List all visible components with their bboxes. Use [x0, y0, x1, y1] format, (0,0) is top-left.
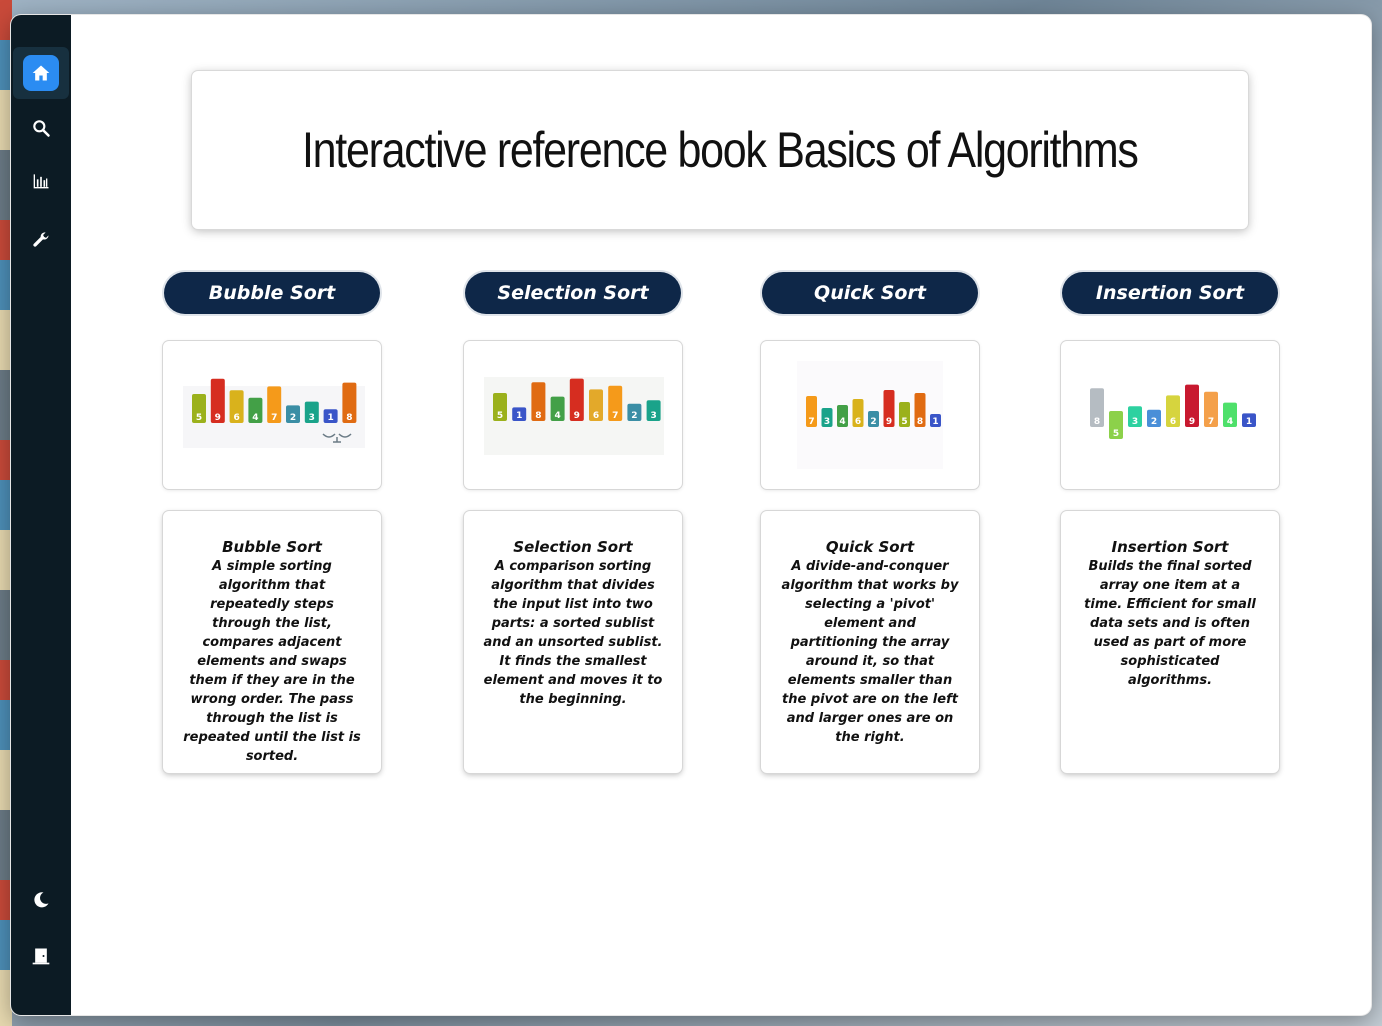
selection-sort-button[interactable]: Selection Sort	[465, 272, 681, 314]
array-bar-label: 9	[574, 411, 580, 421]
array-bar-label: 9	[215, 413, 221, 423]
main-content: Interactive reference book Basics of Alg…	[71, 15, 1371, 1015]
card-description: Builds the final sorted array one item a…	[1084, 559, 1256, 688]
card-description: A divide-and-conquer algorithm that work…	[781, 559, 959, 745]
search-icon	[33, 120, 50, 137]
array-bar-label: 3	[1132, 417, 1138, 427]
title-card: Interactive reference book Basics of Alg…	[192, 71, 1248, 229]
array-bar-label: 5	[1113, 429, 1119, 439]
array-bar-label: 1	[327, 413, 333, 423]
logout-button[interactable]	[21, 936, 61, 976]
bar-chart-icon	[33, 174, 49, 189]
home-icon	[32, 65, 50, 81]
sidebar	[11, 15, 71, 1015]
array-bar-label: 5	[497, 411, 503, 421]
bubble-sort-illustration: 5 9 6 4 7 2 3 1 8	[183, 378, 365, 448]
card-description: A simple sorting algorithm that repeated…	[183, 559, 361, 764]
array-bar-label: 5	[196, 413, 202, 423]
insertion-sort-button[interactable]: Insertion Sort	[1062, 272, 1278, 314]
quick-sort-illustration: 734629581	[797, 361, 943, 469]
array-bar-label: 1	[1246, 417, 1252, 427]
sidebar-item-stats[interactable]	[21, 161, 61, 201]
array-bar-label: 6	[233, 413, 239, 423]
array-bar-label: 1	[516, 411, 522, 421]
array-bar-label: 2	[290, 413, 296, 423]
array-bar-label: 7	[808, 417, 814, 427]
array-bar-label: 8	[535, 411, 541, 421]
array-bar-label: 4	[839, 417, 845, 427]
logout-door-icon	[32, 948, 50, 965]
array-bar-label: 2	[631, 411, 637, 421]
array-bar-label: 8	[346, 413, 352, 423]
card-title: Selection Sort	[513, 538, 633, 556]
theme-toggle-button[interactable]	[21, 880, 61, 920]
array-bar-label: 6	[855, 417, 861, 427]
app-window: Interactive reference book Basics of Alg…	[11, 15, 1371, 1015]
insertion-sort-illustration: 8 5 3 2 6 9 7 4 1	[1081, 381, 1261, 463]
insertion-sort-description-card: Insertion Sort Builds the final sorted a…	[1061, 511, 1279, 773]
quick-sort-illustration-card[interactable]: 734629581	[761, 341, 979, 489]
array-bar-label: 6	[593, 411, 599, 421]
sidebar-item-tools[interactable]	[21, 220, 61, 260]
array-bar-label: 4	[252, 413, 258, 423]
sidebar-item-search[interactable]	[21, 108, 61, 148]
quick-sort-button[interactable]: Quick Sort	[762, 272, 978, 314]
selection-sort-description-card: Selection Sort A comparison sorting algo…	[464, 511, 682, 773]
array-bar-label: 4	[554, 411, 560, 421]
array-bar-label: 5	[901, 417, 907, 427]
page-title: Interactive reference book Basics of Alg…	[302, 122, 1139, 178]
array-bar-label: 4	[1227, 417, 1233, 427]
bubble-sort-description-card: Bubble Sort A simple sorting algorithm t…	[163, 511, 381, 773]
bubble-sort-illustration-card[interactable]: 5 9 6 4 7 2 3 1 8	[163, 341, 381, 489]
quick-sort-description-card: Quick Sort A divide-and-conquer algorith…	[761, 511, 979, 773]
moon-icon	[34, 892, 49, 908]
array-bar-label: 8	[917, 417, 923, 427]
array-bar-label: 6	[1170, 417, 1176, 427]
array-bar-label: 7	[271, 413, 277, 423]
array-bar-label: 1	[932, 417, 938, 427]
wrench-icon	[33, 232, 49, 247]
card-title: Bubble Sort	[222, 538, 322, 556]
card-title: Insertion Sort	[1111, 538, 1229, 556]
array-bar-label: 7	[1208, 417, 1214, 427]
insertion-sort-illustration-card[interactable]: 8 5 3 2 6 9 7 4 1	[1061, 341, 1279, 489]
array-bar-label: 9	[1189, 417, 1195, 427]
selection-sort-illustration-card[interactable]: 5 1 8 4 9 6 7 2 3	[464, 341, 682, 489]
card-description: A comparison sorting algorithm that divi…	[483, 559, 663, 707]
array-bar-label: 3	[309, 413, 315, 423]
array-bar-label: 2	[1151, 417, 1157, 427]
bubble-sort-button[interactable]: Bubble Sort	[164, 272, 380, 314]
card-title: Quick Sort	[825, 538, 915, 556]
array-bar-label: 8	[1094, 417, 1100, 427]
array-bar-label: 7	[612, 411, 618, 421]
selection-sort-illustration: 5 1 8 4 9 6 7 2 3	[484, 377, 664, 455]
array-bar-label: 3	[650, 411, 656, 421]
array-bar-label: 9	[886, 417, 892, 427]
array-bar-label: 2	[870, 417, 876, 427]
array-bar-label: 3	[824, 417, 830, 427]
sidebar-item-home[interactable]	[23, 55, 59, 91]
